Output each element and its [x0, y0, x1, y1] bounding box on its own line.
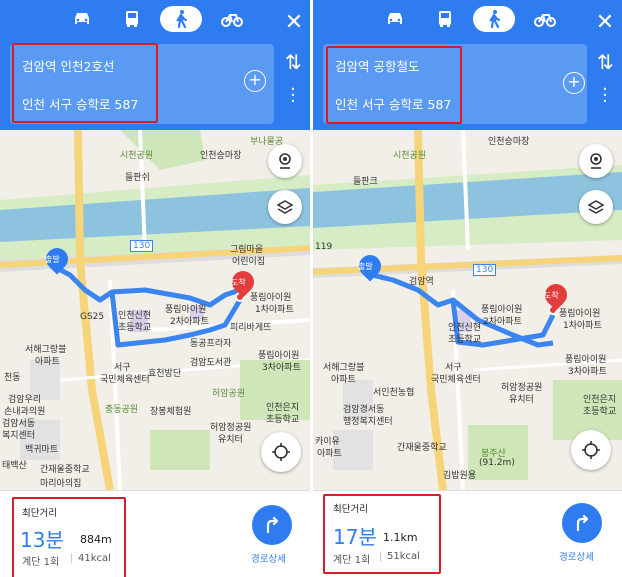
highlight-box — [323, 494, 441, 574]
map-label: 2차아파트 — [170, 317, 209, 327]
map-label: 인천승마장 — [200, 151, 242, 161]
highlight-box — [326, 46, 462, 124]
layers-icon[interactable] — [579, 190, 613, 224]
map-label: 피리바게뜨 — [230, 323, 272, 333]
swap-icon[interactable]: ⇅ — [285, 50, 302, 74]
direction-icon[interactable] — [562, 503, 602, 543]
close-icon[interactable]: ✕ — [282, 9, 306, 35]
map-label: 아파트 — [331, 375, 356, 385]
highlight-box — [12, 43, 158, 123]
map-label: 국민체육센터 — [431, 375, 481, 385]
map-label: 국민체육센터 — [100, 375, 150, 385]
layers-icon[interactable] — [268, 190, 302, 224]
end-pin-label: 도착 — [231, 278, 246, 287]
map-label: 백귀마트 — [25, 445, 59, 455]
swap-icon[interactable]: ⇅ — [597, 50, 614, 74]
map-label: 천동 — [4, 373, 21, 383]
header: ✕ 검암역 인천2호선 인천 서구 승학로 587 + ⇅ · · · — [0, 0, 310, 130]
map-label: 아파트 — [317, 449, 342, 459]
right-screenshot: ✕ 검암역 공항철도 인천 서구 승학로 587 + ⇅ · · · 인천승마장… — [313, 0, 622, 577]
map-label: 119 — [315, 242, 333, 252]
transport-modes: ✕ — [0, 6, 310, 35]
map-label: 초등학교 — [266, 415, 300, 425]
walk-icon[interactable] — [160, 6, 202, 32]
map-label: 유치터 — [218, 435, 243, 445]
map-label: 검암역 — [409, 277, 434, 287]
map-label: 효천방단 — [148, 369, 182, 379]
map-label: 아파트 — [35, 357, 60, 367]
map-label: 초등학교 — [118, 323, 152, 333]
bus-icon[interactable] — [425, 6, 465, 32]
marker-icon[interactable] — [268, 144, 302, 178]
map-label: 2차아파트 — [483, 317, 522, 327]
map-label: 서인천농협 — [373, 388, 415, 398]
map-label: 들판크 — [353, 177, 378, 187]
map-label: 행정복지센터 — [343, 417, 393, 427]
marker-icon[interactable] — [579, 144, 613, 178]
route-summary[interactable]: 최단거리 13분 884m 계단 1회 | 41kcal 경로상세 — [0, 490, 310, 577]
map-label: 충동공원 — [105, 405, 139, 415]
map-label: 허암공원 — [212, 389, 246, 399]
map-label: 동공프라자 — [190, 339, 232, 349]
map-label: 1차아파트 — [255, 305, 294, 315]
map-label: 시천공원 — [393, 151, 427, 161]
map-label: 간재울중학교 — [397, 443, 447, 453]
map-label: 복지센터 — [2, 431, 36, 441]
car-icon[interactable] — [62, 6, 102, 32]
add-icon[interactable]: + — [244, 70, 266, 92]
left-screenshot: ✕ 검암역 인천2호선 인천 서구 승학로 587 + ⇅ · · · 부나물공… — [0, 0, 310, 577]
highlight-box — [12, 497, 126, 577]
header: ✕ 검암역 공항철도 인천 서구 승학로 587 + ⇅ · · · — [313, 0, 622, 130]
locate-icon[interactable] — [261, 432, 301, 472]
locate-icon[interactable] — [571, 430, 611, 470]
map-label: 마리아의집 — [40, 479, 82, 489]
map-label: 검암도서관 — [190, 358, 232, 368]
map-label: 초등학교 — [448, 335, 482, 345]
map-label: 들판쉬 — [125, 173, 150, 183]
map-label: 간재울중학교 — [40, 465, 90, 475]
map-label: 초등학교 — [583, 407, 617, 417]
route-summary[interactable]: 최단거리 17분 1.1km 계단 1회 | 51kcal 경로상세 — [313, 490, 622, 577]
end-pin-label: 도착 — [544, 291, 559, 300]
map[interactable]: 부나물공 인천승마장 시천공원 들판쉬 그림마을 어린이집 풍림아이원 1차아파… — [0, 130, 310, 490]
road-number: 130 — [473, 264, 497, 276]
map[interactable]: 인천승마장 시천공원 들판크 119 검암역 풍림아이원 2차아파트 풍림아이원… — [313, 130, 622, 490]
map-label: 유치터 — [509, 395, 534, 405]
map-label: 장봉체험원 — [150, 407, 192, 417]
map-label: 시천공원 — [120, 151, 154, 161]
route-detail-label[interactable]: 경로상세 — [559, 549, 594, 563]
bike-icon[interactable] — [212, 6, 252, 32]
bus-icon[interactable] — [112, 6, 152, 32]
bike-icon[interactable] — [525, 6, 565, 32]
add-icon[interactable]: + — [563, 72, 585, 94]
close-icon[interactable]: ✕ — [593, 9, 617, 35]
map-label: 어린이집 — [232, 257, 266, 267]
more-icon[interactable]: · · · — [600, 81, 610, 111]
start-pin-label: 출발 — [45, 255, 60, 264]
direction-icon[interactable] — [252, 505, 292, 545]
map-label: 인천승마장 — [488, 137, 530, 147]
car-icon[interactable] — [375, 6, 415, 32]
road-number: 130 — [130, 240, 154, 252]
screen: ✕ 검암역 인천2호선 인천 서구 승학로 587 + ⇅ · · · 부나물공… — [0, 0, 622, 577]
start-pin-label: 출발 — [358, 262, 373, 271]
transport-modes: ✕ — [313, 6, 622, 35]
walk-icon[interactable] — [473, 6, 515, 32]
map-label: 1차아파트 — [563, 321, 602, 331]
map-label: 3차아파트 — [568, 367, 607, 377]
map-label: 태백산 — [2, 461, 27, 471]
map-label: GS25 — [80, 312, 105, 322]
map-label: (91.2m) — [479, 458, 515, 468]
route-detail-label[interactable]: 경로상세 — [251, 551, 286, 565]
map-label: 3차아파트 — [262, 363, 301, 373]
more-icon[interactable]: · · · — [288, 81, 298, 111]
map-label: 김밥원용 — [443, 471, 477, 481]
